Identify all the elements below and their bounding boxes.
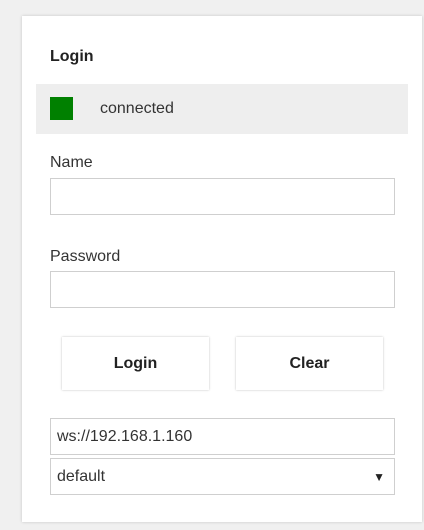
password-input[interactable] [50, 271, 395, 308]
connection-status-bar: connected [36, 84, 408, 134]
status-indicator-icon [50, 97, 73, 120]
status-text: connected [100, 100, 174, 117]
server-url-input[interactable] [50, 418, 395, 455]
panel-title: Login [50, 48, 94, 65]
name-input[interactable] [50, 178, 395, 215]
page: Login connected Name Password Login Clea… [0, 0, 424, 530]
name-label: Name [50, 154, 93, 171]
login-button[interactable]: Login [62, 337, 209, 390]
profile-select[interactable]: default ▼ [50, 458, 395, 495]
login-panel: Login connected Name Password Login Clea… [22, 16, 422, 522]
password-label: Password [50, 248, 121, 265]
profile-select-value: default [57, 468, 106, 485]
triangle-down-icon: ▼ [373, 470, 385, 484]
clear-button[interactable]: Clear [236, 337, 383, 390]
